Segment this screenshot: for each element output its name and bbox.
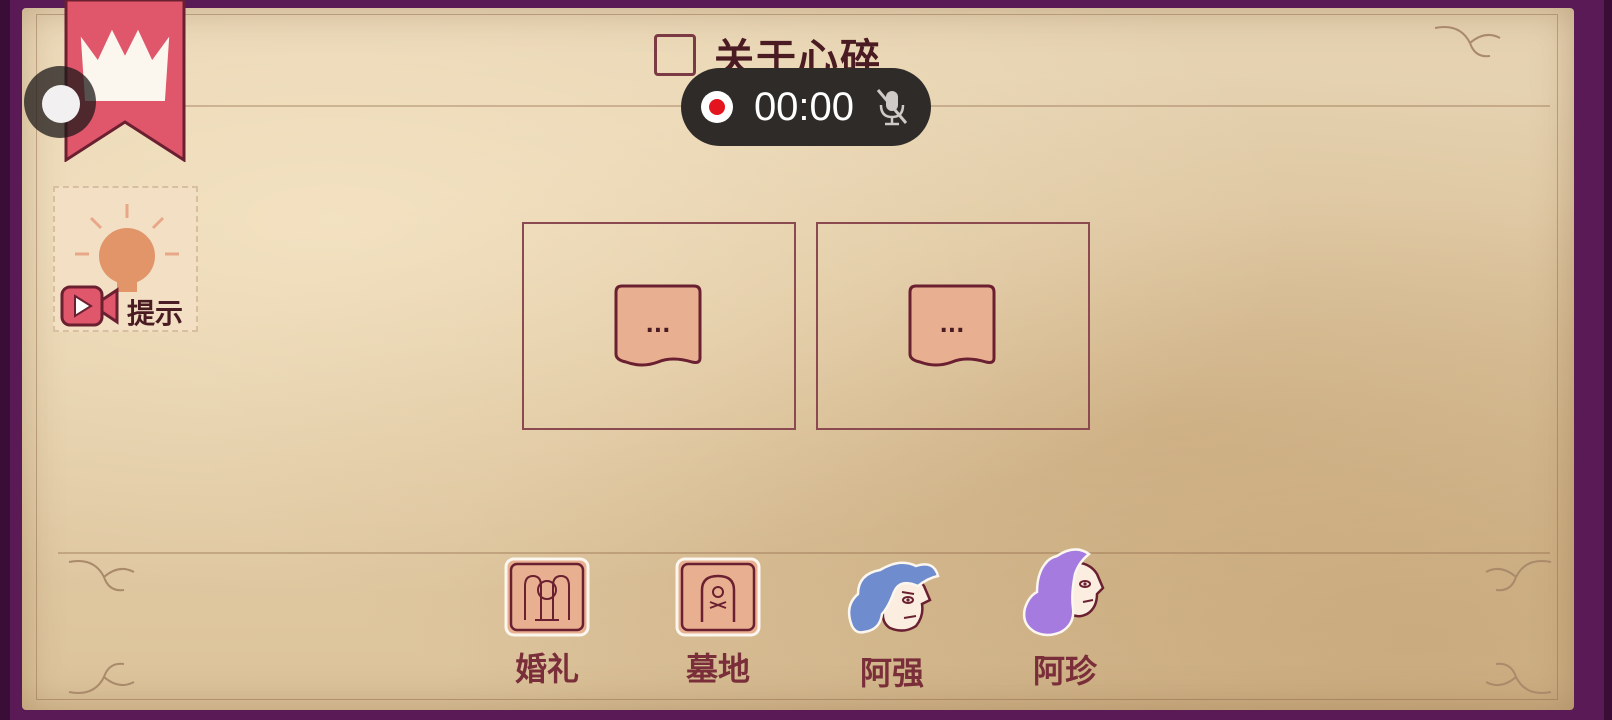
corner-ornament-icon <box>68 560 135 592</box>
record-icon[interactable] <box>701 91 733 123</box>
graveyard-card-icon <box>675 557 761 637</box>
item-graveyard[interactable]: 墓地 <box>658 556 778 690</box>
recording-timer: 00:00 <box>753 84 855 129</box>
game-screen: 关于心碎 00:00 提示 ... ... 婚礼 墓地 阿强 阿珍 <box>0 0 1612 720</box>
item-label: 墓地 <box>685 650 750 688</box>
screen-recorder[interactable]: 00:00 <box>681 68 931 146</box>
hint-label: 提示 <box>127 297 184 330</box>
item-label: 婚礼 <box>514 650 579 688</box>
empty-note-icon: ... <box>614 284 702 367</box>
item-azhen[interactable]: 阿珍 <box>1005 548 1125 692</box>
item-aqiang[interactable]: 阿强 <box>832 556 952 694</box>
empty-note-icon: ... <box>908 284 996 367</box>
left-frame <box>0 0 10 720</box>
chapter-checkbox[interactable] <box>654 34 696 76</box>
corner-ornament-icon <box>1485 560 1552 592</box>
item-label: 阿强 <box>859 654 924 692</box>
toggle-knob[interactable] <box>42 85 80 123</box>
corner-ornament-icon <box>68 662 135 694</box>
slot-label: ... <box>939 313 964 338</box>
memory-slot-1[interactable]: ... <box>522 222 796 430</box>
aqiang-portrait-icon <box>847 561 940 634</box>
azhen-portrait-icon <box>1022 548 1105 637</box>
item-wedding[interactable]: 婚礼 <box>487 556 607 690</box>
right-frame <box>1604 0 1612 720</box>
mic-off-icon[interactable] <box>875 87 909 127</box>
memory-slot-2[interactable]: ... <box>816 222 1090 430</box>
hint-button[interactable]: 提示 <box>53 186 198 332</box>
corner-ornament-icon <box>1485 662 1552 694</box>
corner-ornament-icon <box>1434 26 1501 58</box>
item-label: 阿珍 <box>1032 652 1097 690</box>
video-ad-icon <box>60 285 119 327</box>
slot-label: ... <box>645 313 670 338</box>
wedding-card-icon <box>504 557 590 637</box>
footer-divider <box>58 552 1550 554</box>
